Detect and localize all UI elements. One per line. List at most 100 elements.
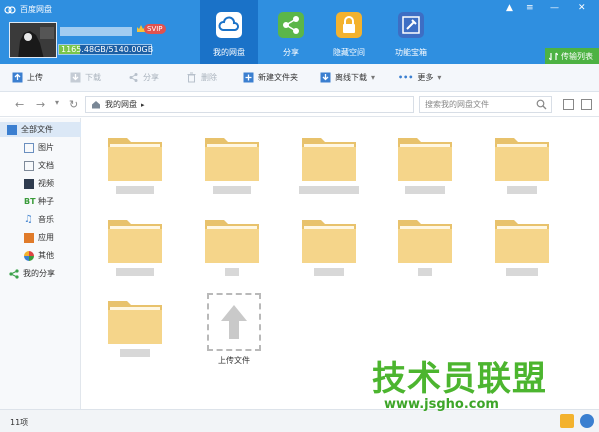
- grid-view-icon[interactable]: [581, 99, 592, 110]
- image-icon: [24, 142, 34, 153]
- offline-download-button[interactable]: 离线下载 ▾: [320, 72, 375, 83]
- storage-quota-bar: 1165.48GB/5140.00GB: [58, 44, 154, 55]
- folder-name-blurred: [405, 186, 445, 194]
- folder-name-blurred: [506, 268, 538, 276]
- lock-icon: [336, 12, 362, 38]
- menu-icon[interactable]: ≡: [526, 3, 534, 13]
- notification-icon[interactable]: ▲: [506, 3, 513, 13]
- folder-item[interactable]: [107, 134, 163, 194]
- cloud-logo-icon: [4, 6, 16, 14]
- new-folder-icon: [243, 72, 254, 83]
- upload-button[interactable]: 上传: [12, 72, 43, 83]
- offline-download-icon: [320, 72, 331, 83]
- document-icon: [24, 160, 34, 171]
- tab-share[interactable]: 分享: [262, 0, 320, 64]
- more-icon: •••: [398, 73, 414, 82]
- watermark-text: 技术员联盟: [372, 359, 547, 399]
- tab-hidden-space[interactable]: 隐藏空间: [320, 0, 378, 64]
- sidebar: 全部文件 图片 文档 视频 BT 种子 ♫ 音乐 应用 其他 我的分享: [0, 118, 81, 409]
- folder-icon: [495, 220, 549, 263]
- share-button[interactable]: 分享: [128, 72, 159, 83]
- folder-item[interactable]: [204, 134, 260, 194]
- folder-name-blurred: [299, 186, 359, 194]
- download-button[interactable]: 下载: [70, 72, 101, 83]
- sidebar-item-docs[interactable]: 文档: [0, 158, 81, 173]
- chevron-down-icon[interactable]: ▾: [55, 98, 59, 107]
- sidebar-item-other[interactable]: 其他: [0, 248, 81, 263]
- tab-toolbox[interactable]: 功能宝箱: [382, 0, 440, 64]
- sidebar-item-videos[interactable]: 视频: [0, 176, 81, 191]
- sidebar-item-all-files[interactable]: 全部文件: [0, 122, 81, 137]
- share-icon: [9, 268, 19, 279]
- minimize-button[interactable]: —: [550, 3, 559, 13]
- app-title: 百度网盘: [20, 4, 52, 14]
- title-bar: 百度网盘 SVIP 1165.48GB/5140.00GB 我的网盘 分享 隐藏…: [0, 0, 599, 64]
- folder-name-blurred: [418, 268, 432, 276]
- transfer-list-button[interactable]: 传输列表: [545, 48, 599, 64]
- notification-badge-icon[interactable]: [560, 414, 574, 428]
- search-input[interactable]: 搜索我的网盘文件: [419, 96, 552, 113]
- forward-icon[interactable]: →: [36, 98, 45, 111]
- upload-file-tile[interactable]: [207, 293, 261, 351]
- sidebar-item-my-shares[interactable]: 我的分享: [0, 266, 81, 281]
- music-icon: ♫: [24, 214, 33, 225]
- folder-name-blurred: [120, 349, 150, 357]
- close-button[interactable]: ✕: [578, 3, 586, 13]
- upload-file-label: 上传文件: [218, 356, 250, 365]
- folder-name-blurred: [507, 186, 537, 194]
- folder-icon: [205, 220, 259, 263]
- avatar[interactable]: [9, 22, 57, 58]
- folder-name-blurred: [116, 186, 154, 194]
- svip-badge[interactable]: SVIP: [136, 24, 166, 34]
- folder-icon: [7, 124, 17, 135]
- folder-name-blurred: [314, 268, 344, 276]
- delete-button[interactable]: 删除: [186, 72, 217, 83]
- watermark: 技术员联盟 www.jsgho.com: [372, 360, 547, 412]
- folder-item[interactable]: [107, 297, 163, 357]
- cloud-icon: [216, 12, 242, 38]
- folder-item[interactable]: [494, 216, 550, 276]
- folder-name-blurred: [225, 268, 239, 276]
- bt-icon: BT: [24, 197, 36, 206]
- folder-item[interactable]: [204, 216, 260, 276]
- folder-item[interactable]: [107, 216, 163, 276]
- assistant-icon[interactable]: [580, 414, 594, 428]
- folder-item[interactable]: [301, 216, 357, 276]
- back-icon[interactable]: ←: [15, 98, 24, 111]
- folder-item[interactable]: [397, 134, 453, 194]
- sidebar-item-torrents[interactable]: BT 种子: [0, 194, 81, 209]
- folder-name-blurred: [213, 186, 251, 194]
- chevron-right-icon[interactable]: ▸: [141, 101, 145, 109]
- breadcrumb[interactable]: 我的网盘 ▸: [85, 96, 414, 113]
- upload-arrow-icon: [221, 305, 247, 339]
- more-button[interactable]: ••• 更多 ▾: [398, 72, 441, 83]
- refresh-icon[interactable]: ↻: [69, 98, 78, 111]
- folder-item[interactable]: [397, 216, 453, 276]
- folder-icon: [495, 138, 549, 181]
- search-icon[interactable]: [536, 99, 547, 110]
- folder-item[interactable]: [494, 134, 550, 194]
- transfer-icon: [549, 52, 558, 60]
- other-icon: [24, 250, 34, 261]
- sidebar-item-music[interactable]: ♫ 音乐: [0, 212, 81, 227]
- new-folder-button[interactable]: 新建文件夹: [243, 72, 298, 83]
- quota-text: 1165.48GB/5140.00GB: [61, 45, 154, 54]
- list-view-icon[interactable]: [563, 99, 574, 110]
- sidebar-item-apps[interactable]: 应用: [0, 230, 81, 245]
- sidebar-item-images[interactable]: 图片: [0, 140, 81, 155]
- toolbar: 上传 下载 分享 删除 新建文件夹 离线下载 ▾ ••• 更多 ▾: [0, 64, 599, 92]
- tab-my-netdisk[interactable]: 我的网盘: [200, 0, 258, 64]
- folder-icon: [108, 138, 162, 181]
- folder-name-blurred: [116, 268, 154, 276]
- folder-icon: [108, 220, 162, 263]
- status-bar: 11项: [0, 409, 599, 432]
- video-icon: [24, 178, 34, 189]
- toolbox-icon: [398, 12, 424, 38]
- chevron-down-icon: ▾: [371, 73, 376, 82]
- folder-icon: [108, 301, 162, 344]
- folder-item[interactable]: [299, 134, 359, 194]
- home-icon: [92, 101, 100, 109]
- address-bar: ← → ▾ ↻ 我的网盘 ▸ 搜索我的网盘文件: [0, 93, 599, 117]
- breadcrumb-root[interactable]: 我的网盘: [105, 99, 137, 110]
- folder-icon: [302, 138, 356, 181]
